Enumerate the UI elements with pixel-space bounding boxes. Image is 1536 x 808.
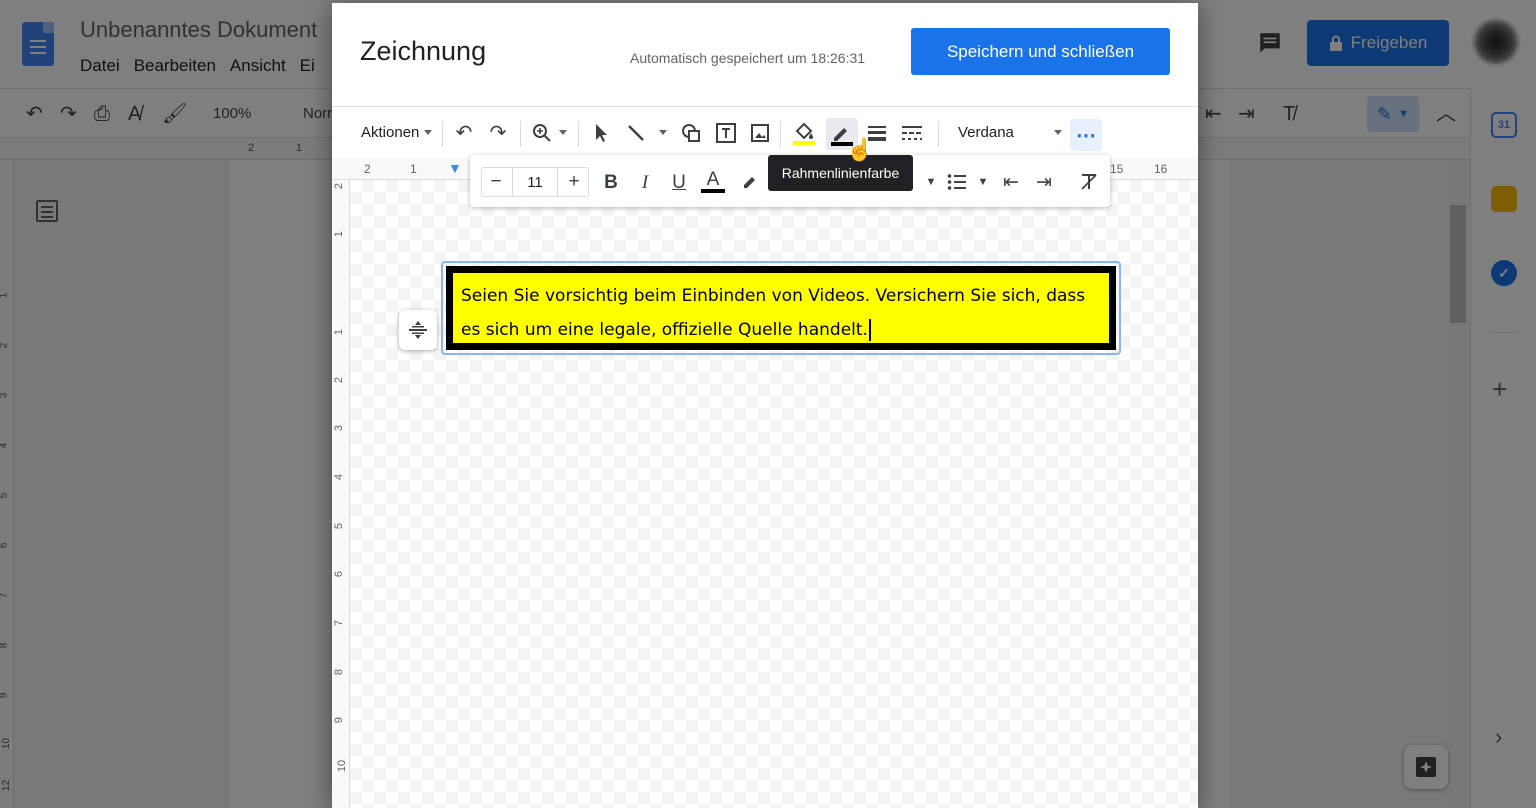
- text-box-icon[interactable]: [712, 119, 740, 147]
- text-line-1: Seien Sie vorsichtig beim Einbinden von …: [461, 286, 1086, 306]
- toolbar-divider: [578, 121, 579, 147]
- vertical-align-icon: [409, 321, 427, 339]
- bulleted-list-icon[interactable]: [944, 169, 970, 195]
- vertical-align-button[interactable]: [399, 310, 437, 350]
- ruler-tick: 8: [333, 668, 346, 676]
- decrease-font-size-button[interactable]: −: [482, 170, 510, 194]
- align-caret-icon[interactable]: ▼: [918, 169, 944, 195]
- drawing-toolbar: Aktionen ↶ ↷ Verdana ⋯: [332, 106, 1198, 158]
- ruler-tick: 1: [410, 162, 417, 176]
- actions-caret-icon: [424, 130, 432, 135]
- text-box-content[interactable]: Seien Sie vorsichtig beim Einbinden von …: [446, 266, 1116, 350]
- list-caret-icon[interactable]: ▼: [970, 169, 996, 195]
- font-caret-icon: [1054, 130, 1062, 135]
- actions-menu[interactable]: Aktionen: [361, 124, 419, 141]
- more-options-icon[interactable]: ⋯: [1070, 119, 1102, 151]
- fill-color-icon[interactable]: [790, 119, 818, 147]
- border-dash-icon[interactable]: [898, 119, 926, 147]
- text-color-icon[interactable]: A: [700, 169, 726, 195]
- screen: Unbenanntes Dokument Datei Bearbeiten An…: [0, 0, 1536, 808]
- ruler-tick: 15: [1110, 162, 1124, 176]
- indent-marker-icon[interactable]: ▼: [448, 160, 462, 176]
- font-size-stepper: − 11 +: [481, 167, 589, 197]
- ruler-tick: 1: [333, 328, 346, 336]
- increase-font-size-button[interactable]: +: [560, 170, 588, 194]
- underline-icon[interactable]: U: [666, 169, 692, 195]
- font-size-input[interactable]: 11: [512, 168, 558, 196]
- ruler-tick: 6: [333, 570, 346, 578]
- bold-icon[interactable]: B: [598, 169, 624, 195]
- ruler-tick: 16: [1154, 162, 1168, 176]
- select-cursor-icon[interactable]: [588, 119, 616, 147]
- decrease-indent-icon[interactable]: ⇤: [998, 169, 1024, 195]
- ruler-tick: 4: [333, 473, 346, 481]
- ruler-tick: 2: [364, 162, 371, 176]
- text-caret: [868, 319, 871, 341]
- highlight-color-icon[interactable]: [736, 169, 762, 195]
- ruler-tick: 2: [333, 182, 346, 190]
- drawing-vertical-ruler: 2 1 1 2 3 4 5 6 7 8 9 10: [332, 180, 350, 808]
- border-color-tooltip: Rahmenlinienfarbe: [768, 155, 913, 191]
- drawing-dialog: Zeichnung Automatisch gespeichert um 18:…: [332, 3, 1198, 808]
- toolbar-divider: [938, 121, 939, 147]
- ruler-tick: 1: [333, 230, 346, 238]
- ruler-tick: 2: [333, 376, 346, 384]
- ruler-tick: 9: [333, 716, 346, 724]
- increase-indent-icon[interactable]: ⇥: [1031, 169, 1057, 195]
- redo-icon[interactable]: ↷: [484, 119, 512, 147]
- dialog-title: Zeichnung: [360, 36, 487, 66]
- ruler-tick: 3: [333, 424, 346, 432]
- ruler-tick: 5: [333, 522, 346, 530]
- toolbar-divider: [780, 121, 781, 147]
- selected-text-box[interactable]: Seien Sie vorsichtig beim Einbinden von …: [441, 261, 1121, 355]
- hand-cursor-icon: ☝: [846, 137, 874, 162]
- toolbar-divider: [442, 121, 443, 147]
- autosave-status: Automatisch gespeichert um 18:26:31: [630, 50, 866, 66]
- line-caret-icon: [659, 130, 667, 135]
- text-line-2: es sich um eine legale, offizielle Quell…: [461, 320, 868, 340]
- zoom-icon[interactable]: [528, 119, 556, 147]
- font-select[interactable]: Verdana: [958, 124, 1014, 141]
- shape-tool-icon[interactable]: [677, 119, 705, 147]
- save-and-close-button[interactable]: Speichern und schließen: [911, 28, 1170, 75]
- zoom-caret-icon: [559, 130, 567, 135]
- line-tool-icon[interactable]: [622, 119, 650, 147]
- toolbar-divider: [520, 121, 521, 147]
- image-icon[interactable]: [746, 119, 774, 147]
- italic-icon[interactable]: I: [632, 169, 658, 195]
- undo-icon[interactable]: ↶: [450, 119, 478, 147]
- ruler-tick: 10: [336, 759, 349, 773]
- clear-formatting-icon[interactable]: [1076, 169, 1102, 195]
- ruler-tick: 7: [333, 619, 346, 627]
